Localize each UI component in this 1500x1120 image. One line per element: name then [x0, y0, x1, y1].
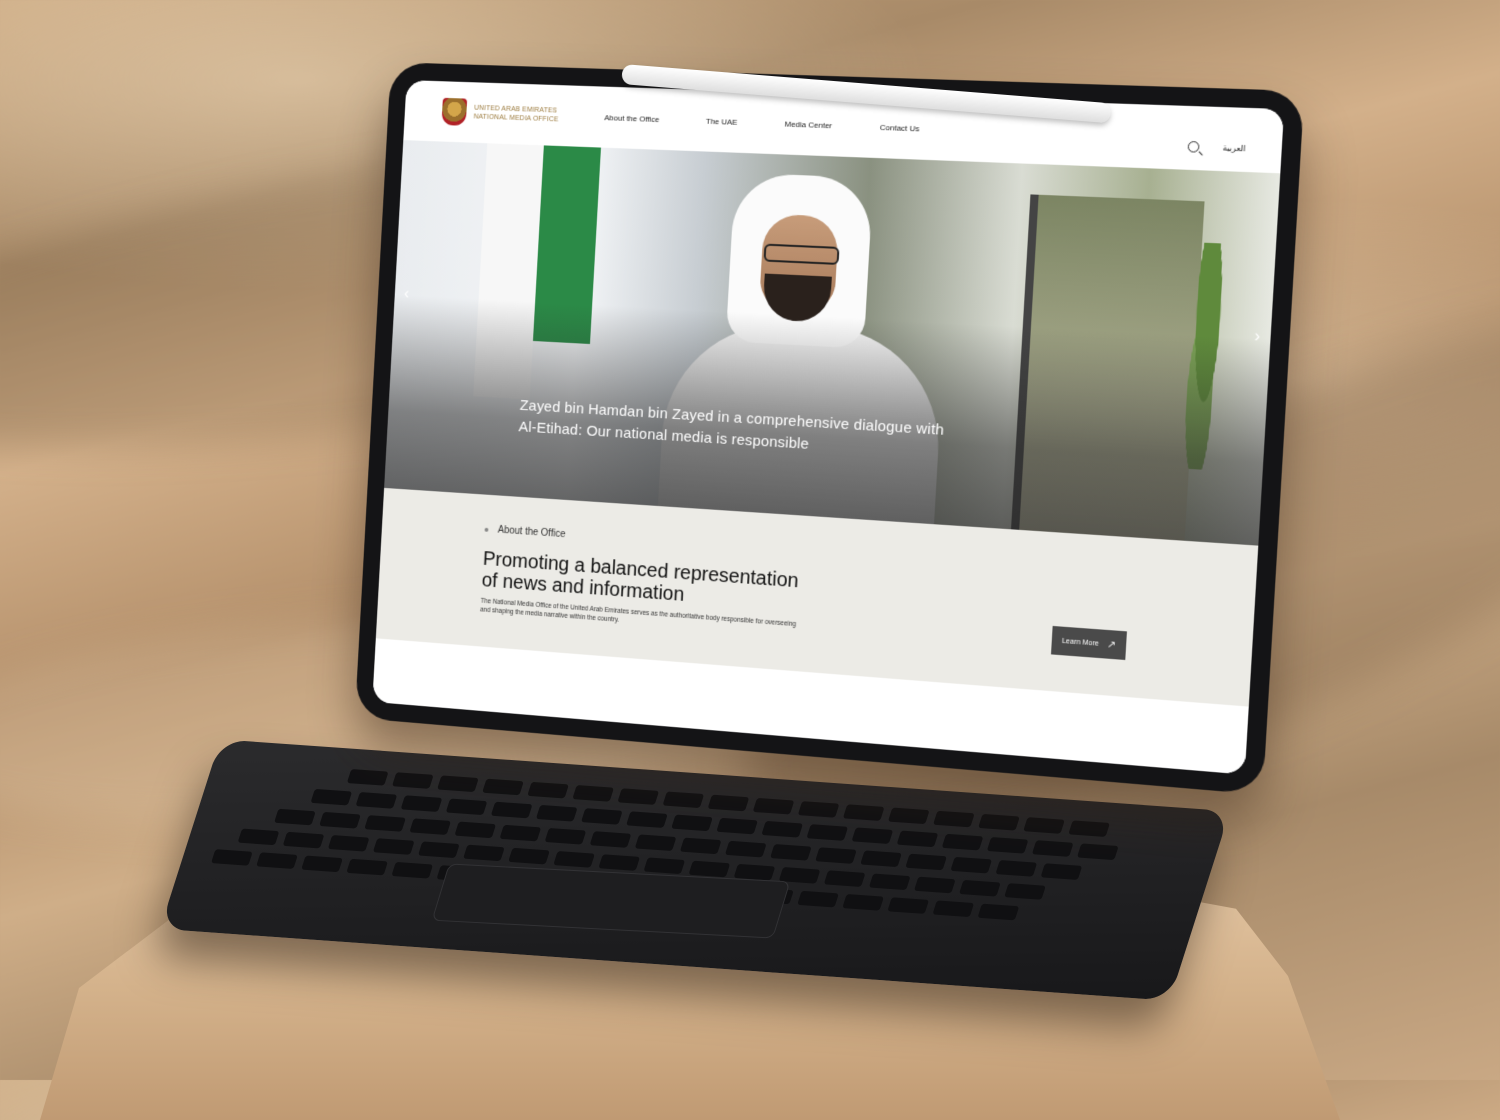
- tablet-screen: United Arab Emirates National Media Offi…: [372, 80, 1285, 775]
- nav-contact-us[interactable]: Contact Us: [880, 122, 920, 132]
- learn-more-button[interactable]: Learn More ↗: [1050, 625, 1127, 660]
- carousel-prev-icon[interactable]: ‹: [404, 286, 410, 304]
- bullet-dot-icon: [484, 527, 489, 532]
- arrow-up-right-icon: ↗: [1106, 638, 1117, 651]
- learn-more-label: Learn More: [1061, 637, 1100, 648]
- header-actions: العربية: [1187, 140, 1246, 154]
- about-label-text: About the Office: [497, 524, 566, 541]
- nav-the-uae[interactable]: The UAE: [706, 116, 738, 126]
- nav-media-center[interactable]: Media Center: [784, 119, 832, 130]
- language-toggle[interactable]: العربية: [1222, 143, 1246, 153]
- uae-emblem-icon: [441, 97, 468, 126]
- search-icon[interactable]: [1187, 140, 1200, 153]
- hero-carousel: ‹ › Zayed bin Hamdan bin Zayed in a comp…: [384, 140, 1281, 546]
- logo-text: United Arab Emirates National Media Offi…: [473, 104, 559, 125]
- site-logo[interactable]: United Arab Emirates National Media Offi…: [441, 97, 559, 129]
- portrait-glasses: [763, 243, 840, 265]
- main-nav: About the Office The UAE Media Center Co…: [604, 113, 920, 133]
- tablet-device: United Arab Emirates National Media Offi…: [354, 62, 1305, 795]
- carousel-next-icon[interactable]: ›: [1254, 328, 1261, 347]
- nav-about-the-office[interactable]: About the Office: [604, 113, 660, 124]
- logo-line-2: National Media Office: [473, 113, 559, 124]
